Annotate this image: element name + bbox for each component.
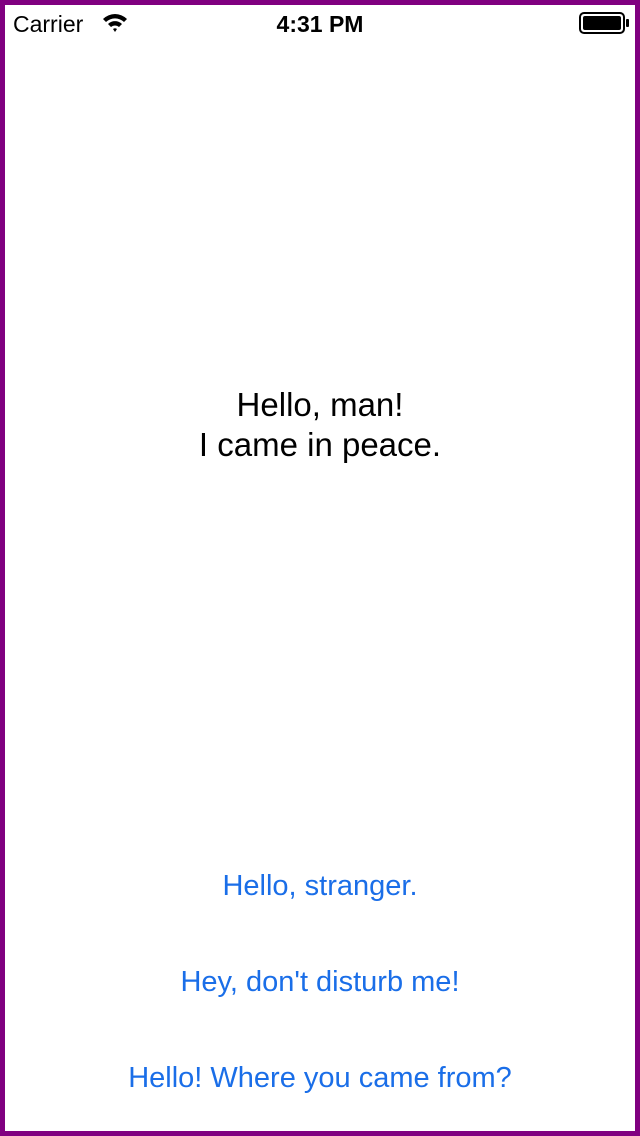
clock-time: 4:31 PM xyxy=(276,11,364,37)
reply-button-where-from[interactable]: Hello! Where you came from? xyxy=(5,1058,635,1098)
message-line-1: Hello, man! xyxy=(236,386,404,423)
battery-icon xyxy=(579,11,631,35)
device-frame: Carrier 4:31 PM Hello, man! I came in pe… xyxy=(0,0,640,1136)
message-line-2: I came in peace. xyxy=(198,426,442,463)
status-bar: Carrier 4:31 PM xyxy=(5,5,635,45)
reply-button-hello-stranger[interactable]: Hello, stranger. xyxy=(5,866,635,906)
reply-button-dont-disturb[interactable]: Hey, don't disturb me! xyxy=(5,962,635,1002)
greeting-message: Hello, man! I came in peace. xyxy=(5,385,635,465)
